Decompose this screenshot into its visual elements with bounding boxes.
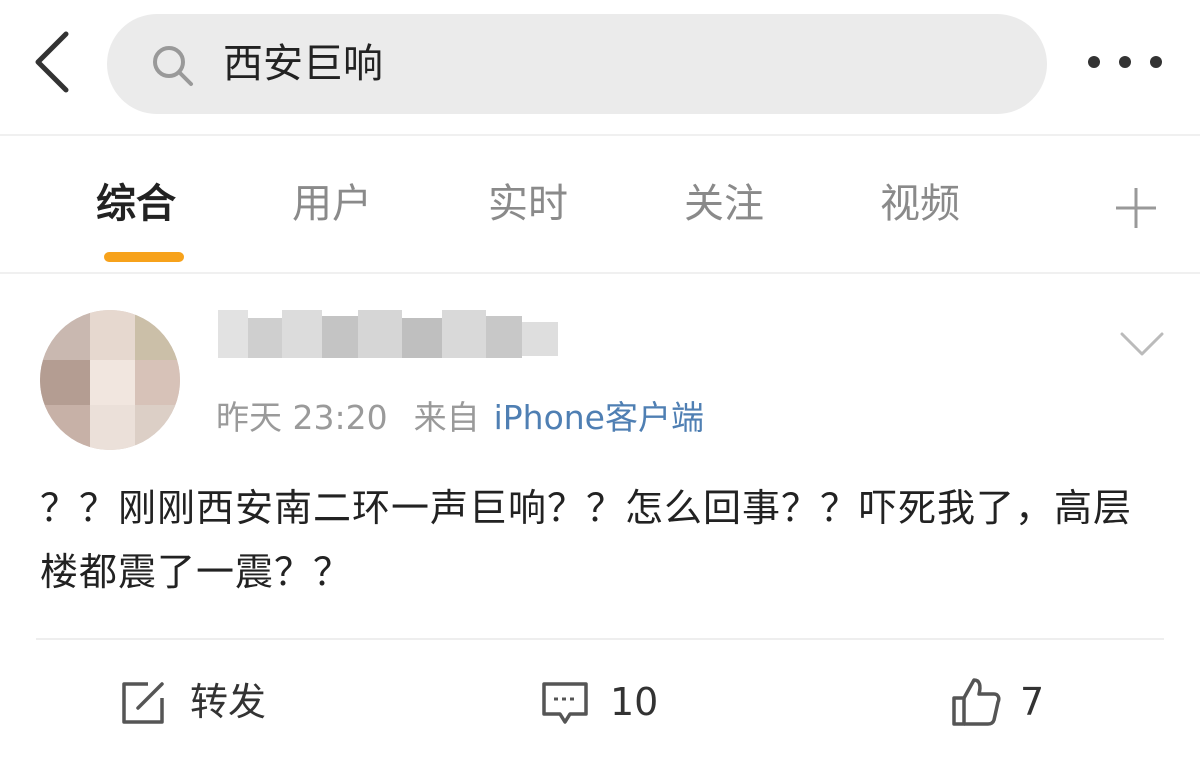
divider xyxy=(0,272,1200,274)
share-icon xyxy=(122,682,164,724)
comment-button[interactable]: 10 xyxy=(540,668,680,738)
tab-realtime[interactable]: 实时 xyxy=(488,176,568,232)
search-query: 西安巨响 xyxy=(223,41,383,87)
repost-label: 转发 xyxy=(190,680,267,724)
comment-count: 10 xyxy=(610,680,659,724)
active-tab-indicator xyxy=(104,252,184,262)
username-obscured[interactable] xyxy=(218,306,562,370)
add-tab-button[interactable] xyxy=(1112,184,1160,232)
post-meta: 昨天 23:20 来自 iPhone客户端 xyxy=(216,394,704,442)
tab-video[interactable]: 视频 xyxy=(880,176,960,232)
plus-icon xyxy=(1116,188,1156,228)
like-button[interactable]: 7 xyxy=(950,668,1060,738)
post-text: ？？刚刚西安南二环一声巨响？？怎么回事？？吓死我了，高层楼都震了一震？？ xyxy=(40,486,1133,594)
tab-comprehensive[interactable]: 综合 xyxy=(96,176,176,232)
thumbs-up-icon xyxy=(952,678,1001,726)
tab-following[interactable]: 关注 xyxy=(684,176,764,232)
more-button[interactable] xyxy=(1078,40,1172,84)
tab-users[interactable]: 用户 xyxy=(292,176,372,232)
chevron-left-icon xyxy=(35,31,69,93)
more-dots-icon xyxy=(1088,56,1162,68)
post-client-link[interactable]: iPhone客户端 xyxy=(494,398,704,437)
search-icon xyxy=(153,46,193,86)
post-menu-button[interactable] xyxy=(1118,328,1166,362)
post-time: 昨天 23:20 xyxy=(216,398,388,437)
repost-button[interactable]: 转发 xyxy=(118,668,298,738)
like-count: 7 xyxy=(1020,680,1045,724)
top-bar: 西安巨响 xyxy=(0,0,1200,134)
search-tabs: 综合 用户 实时 关注 视频 xyxy=(0,136,1200,272)
back-button[interactable] xyxy=(28,28,76,96)
search-input[interactable]: 西安巨响 xyxy=(107,14,1047,114)
comment-icon xyxy=(542,682,588,724)
avatar[interactable] xyxy=(40,310,180,450)
post-separator xyxy=(36,638,1164,640)
post-source-prefix: 来自 xyxy=(413,398,480,437)
chevron-down-icon xyxy=(1120,332,1164,356)
